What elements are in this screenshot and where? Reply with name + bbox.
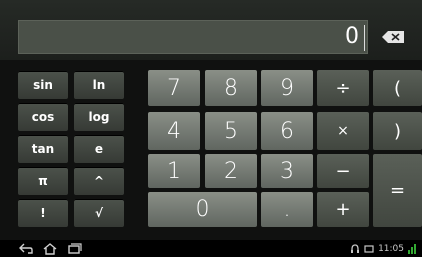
digit-6-button[interactable]: 6: [261, 112, 313, 150]
status-area: 11:05: [350, 242, 416, 255]
decimal-point-button[interactable]: .: [261, 192, 313, 227]
multiply-button[interactable]: ×: [317, 112, 369, 150]
digit-5-button[interactable]: 5: [205, 112, 257, 150]
digit-2-button[interactable]: 2: [205, 154, 257, 188]
digit-7-button[interactable]: 7: [148, 70, 200, 106]
navigation-bar: 11:05: [0, 240, 422, 257]
digit-4-button[interactable]: 4: [148, 112, 200, 150]
log-button[interactable]: log: [74, 103, 124, 131]
expression-field[interactable]: 0: [18, 20, 368, 54]
backspace-icon[interactable]: [376, 27, 412, 47]
recent-apps-icon[interactable]: [66, 242, 82, 255]
tan-button[interactable]: tan: [18, 135, 68, 163]
cos-button[interactable]: cos: [18, 103, 68, 131]
equals-button[interactable]: =: [373, 154, 422, 227]
digit-0-button[interactable]: 0: [148, 192, 257, 227]
power-button[interactable]: ^: [74, 167, 124, 195]
factorial-button[interactable]: !: [18, 199, 68, 227]
text-cursor: [364, 25, 365, 51]
close-paren-button[interactable]: ): [373, 112, 422, 150]
sin-button[interactable]: sin: [18, 71, 68, 99]
home-icon[interactable]: [42, 242, 58, 255]
headset-icon: [351, 243, 360, 253]
digit-3-button[interactable]: 3: [261, 154, 313, 188]
signal-icon: [408, 243, 416, 254]
divide-button[interactable]: ÷: [317, 70, 369, 106]
expression-value: 0: [345, 24, 359, 49]
pi-button[interactable]: π: [18, 167, 68, 195]
notification-icon: [364, 244, 374, 253]
display-area: 0: [0, 0, 422, 60]
sqrt-button[interactable]: √: [74, 199, 124, 227]
back-icon[interactable]: [18, 242, 34, 255]
plus-button[interactable]: +: [317, 192, 369, 227]
digit-9-button[interactable]: 9: [261, 70, 313, 106]
open-paren-button[interactable]: (: [373, 70, 422, 106]
e-button[interactable]: e: [74, 135, 124, 163]
minus-button[interactable]: −: [317, 154, 369, 188]
status-time: 11:05: [378, 243, 404, 254]
keypad-panel: sin ln cos log tan e π ^ ! √ 7 8 9 ÷ ( 4…: [0, 60, 422, 240]
digit-1-button[interactable]: 1: [148, 154, 200, 188]
digit-8-button[interactable]: 8: [205, 70, 257, 106]
ln-button[interactable]: ln: [74, 71, 124, 99]
